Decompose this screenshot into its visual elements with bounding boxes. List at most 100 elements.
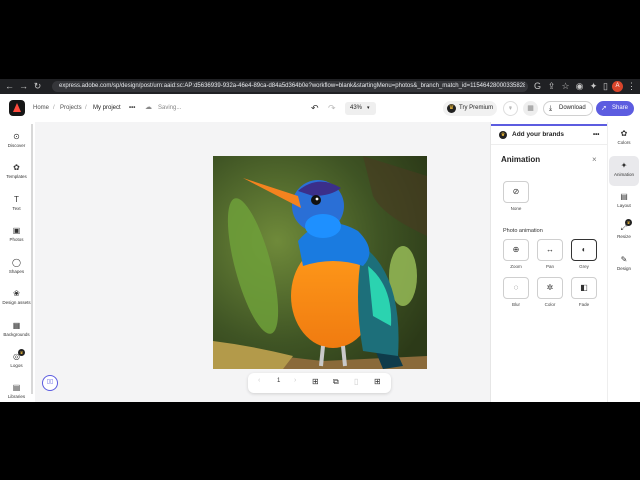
add-page-icon[interactable]: ⊞ [312, 377, 319, 386]
option-label-zoom: Zoom [510, 264, 522, 269]
animation-option-color[interactable]: ✲ [537, 277, 563, 299]
bird-image [213, 156, 427, 369]
try-premium-button[interactable]: ♛ Try Premium [443, 101, 497, 116]
rail-item-photos[interactable]: ▣ Photos [0, 223, 33, 251]
shapes-icon: ◯ [12, 258, 21, 267]
blur-icon: ◌ [513, 283, 519, 292]
grid-view-icon[interactable]: ⊞ [374, 377, 381, 386]
adobe-express-logo[interactable] [9, 100, 25, 116]
delete-page-icon[interactable]: ▯ [354, 377, 358, 386]
bird-photo[interactable] [213, 156, 427, 369]
share-button[interactable]: ➚ Share [596, 101, 634, 116]
section-title: Photo animation [503, 228, 543, 234]
bookmark-icon[interactable]: ☆ [560, 81, 571, 92]
save-status: Saving... [158, 105, 182, 111]
rail-item-logos[interactable]: ◎ Logos ♛ [0, 349, 33, 377]
compass-icon: ⊙ [13, 132, 20, 141]
project-name[interactable]: My project [93, 102, 121, 114]
left-rail-scrollbar[interactable] [31, 124, 33, 394]
next-page-icon[interactable]: › [294, 377, 296, 384]
undo-icon[interactable]: ↶ [311, 102, 319, 114]
download-button[interactable]: ⤓ Download [543, 101, 593, 116]
page-number[interactable]: 1 [277, 378, 280, 384]
zoom-icon: ⊕ [512, 245, 520, 254]
premium-badge-icon: ♛ [18, 349, 25, 356]
more-icon[interactable]: ••• [129, 102, 135, 114]
left-rail: ⊙ Discover ✿ Templates T Text ▣ Photos ◯ Shap… [0, 122, 33, 402]
rail-item-templates[interactable]: ✿ Templates [0, 160, 33, 188]
rail-item-colors[interactable]: ✿ Colors [609, 124, 639, 154]
rail-item-discover[interactable]: ⊙ Discover [0, 129, 33, 157]
close-icon[interactable]: × [592, 154, 597, 166]
add-brands-label[interactable]: Add your brands [512, 129, 564, 141]
back-icon[interactable]: ← [4, 81, 15, 92]
fade-icon: ◧ [580, 283, 588, 292]
google-icon[interactable]: G [532, 81, 543, 92]
sidebar-icon[interactable]: ▯ [600, 81, 611, 92]
rail-item-layout[interactable]: ▤ Layout [609, 187, 639, 217]
extension-icon[interactable]: ◉ [574, 81, 585, 92]
option-label-color: Color [544, 302, 556, 307]
zoom-value: 43% [350, 105, 363, 111]
rail-item-design-assets[interactable]: ❀ Design assets [0, 286, 33, 314]
share-icon: ➚ [601, 105, 607, 112]
adobe-express-app: Home / Projects / My project ••• ☁ Savin… [0, 94, 640, 402]
option-label-pan: Pan [545, 264, 554, 269]
rail-item-animation[interactable]: ✦ Animation [609, 156, 639, 186]
share-label: Share [612, 105, 629, 111]
libraries-icon: ▤ [12, 383, 21, 392]
none-icon: ⊘ [512, 187, 520, 196]
pages-icon: ▯▯ [46, 379, 54, 385]
rail-item-text[interactable]: T Text [0, 192, 33, 220]
menu-icon[interactable]: ⋮ [626, 81, 637, 92]
pages-panel-button[interactable]: ▯▯ [42, 375, 58, 391]
design-icon: ✎ [620, 255, 628, 264]
animation-option-none[interactable]: ⊘ [503, 181, 529, 203]
more-icon[interactable]: ••• [593, 129, 599, 141]
animation-option-fade[interactable]: ◧ [571, 277, 597, 299]
breadcrumb-home[interactable]: Home [33, 102, 49, 114]
url-text: express.adobe.com/sp/design/post/urn:aai… [59, 83, 525, 89]
address-bar[interactable]: express.adobe.com/sp/design/post/urn:aai… [52, 81, 528, 92]
animation-icon: ✦ [620, 161, 628, 170]
premium-badge-icon: ♛ [625, 219, 632, 226]
right-rail: ✿ Colors ✦ Animation ▤ Layout ⤢ Resize ♛ ✎ De… [607, 122, 640, 402]
animation-option-pan[interactable]: ↔ [537, 239, 563, 261]
crown-icon: ♛ [447, 104, 456, 113]
rail-item-libraries[interactable]: ▤ Libraries [0, 380, 33, 402]
animation-option-grey[interactable]: ◐ [571, 239, 597, 261]
download-label: Download [559, 105, 586, 111]
rail-item-backgrounds[interactable]: ▦ Backgrounds [0, 318, 33, 346]
rail-item-design[interactable]: ✎ Design [609, 250, 639, 280]
lightbulb-icon[interactable]: ♀ [503, 101, 518, 116]
share-page-icon[interactable]: ⇪ [546, 81, 557, 92]
layout-icon: ▤ [620, 192, 628, 201]
animation-option-zoom[interactable]: ⊕ [503, 239, 529, 261]
design-canvas[interactable]: ‹ 1 › ⊞ ⧉ ▯ ⊞ ▯▯ [35, 122, 490, 402]
prev-page-icon[interactable]: ‹ [258, 377, 260, 384]
text-icon: T [14, 195, 19, 204]
duplicate-page-icon[interactable]: ⧉ [333, 377, 339, 387]
schedule-icon[interactable]: ▦ [523, 101, 538, 116]
option-label-grey: Grey [579, 264, 589, 269]
browser-toolbar: ← → ↻ express.adobe.com/sp/design/post/u… [0, 79, 640, 94]
reload-icon[interactable]: ↻ [32, 81, 43, 92]
profile-avatar[interactable]: A [612, 81, 623, 92]
backgrounds-icon: ▦ [12, 321, 21, 330]
option-label-fade: Fade [578, 302, 590, 307]
puzzle-icon[interactable]: ✦ [588, 81, 599, 92]
rail-item-resize[interactable]: ⤢ Resize ♛ [609, 218, 639, 248]
divider [491, 144, 607, 145]
palette-icon: ✿ [620, 129, 628, 138]
breadcrumb-projects[interactable]: Projects [60, 102, 82, 114]
zoom-dropdown[interactable]: 43% ▾ [345, 102, 376, 115]
forward-icon[interactable]: → [18, 81, 29, 92]
photo-icon: ▣ [12, 226, 21, 235]
redo-icon[interactable]: ↷ [328, 102, 336, 114]
grey-icon: ◐ [581, 245, 587, 254]
panel-title: Animation [501, 155, 541, 164]
animation-option-blur[interactable]: ◌ [503, 277, 529, 299]
chevron-down-icon: ▾ [367, 105, 370, 111]
download-icon: ⤓ [549, 105, 553, 112]
rail-item-shapes[interactable]: ◯ Shapes [0, 255, 33, 283]
